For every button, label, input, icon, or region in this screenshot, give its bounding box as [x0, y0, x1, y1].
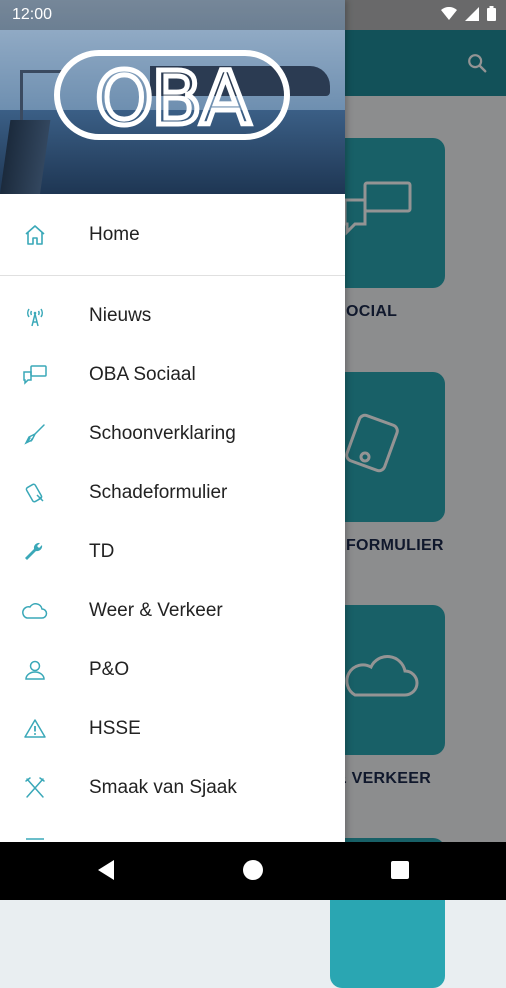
broadcast-tower-icon — [22, 303, 48, 329]
person-icon — [22, 657, 48, 683]
menu-item-smaak-van-sjaak[interactable]: Smaak van Sjaak — [0, 758, 345, 817]
menu-item-oba-sociaal[interactable]: OBA Sociaal — [0, 345, 345, 404]
menu-item-label: Smaak van Sjaak — [89, 776, 237, 798]
menu-item-label: Schoonverklaring — [89, 422, 236, 444]
menu-item-label: Nieuws — [89, 304, 152, 326]
partial-icon — [22, 834, 48, 843]
cutlery-icon — [22, 775, 48, 801]
logo-text: OBA — [95, 56, 251, 142]
menu-item-hsse[interactable]: HSSE — [0, 699, 345, 758]
menu-item-label: Home — [89, 223, 140, 245]
menu-item-td[interactable]: TD — [0, 522, 345, 581]
broom-icon — [22, 421, 48, 447]
menu-item-label: Schadeformulier — [89, 481, 228, 503]
status-time: 12:00 — [12, 6, 53, 23]
damage-icon — [22, 480, 48, 506]
drawer-menu: Home Nieuws OBA Sociaal Schoonverklaring — [0, 194, 345, 842]
menu-item-schoonverklaring[interactable]: Schoonverklaring — [0, 404, 345, 463]
status-bar: 12:00 — [0, 0, 506, 30]
menu-item-label: P&O — [89, 658, 130, 680]
recents-button[interactable] — [391, 861, 409, 879]
menu-item-weer-verkeer[interactable]: Weer & Verkeer — [0, 581, 345, 640]
home-icon — [22, 222, 48, 248]
menu-item-nieuws[interactable]: Nieuws — [0, 286, 345, 345]
menu-item-label: TD — [89, 540, 115, 562]
oba-logo: OBA — [54, 50, 290, 145]
home-button[interactable] — [243, 860, 263, 880]
menu-item-label: OBA Sociaal — [89, 363, 196, 385]
system-nav-bar — [0, 842, 506, 900]
menu-item-home[interactable]: Home — [0, 194, 345, 276]
menu-item-label: Weer & Verkeer — [89, 599, 223, 621]
menu-item-schadeformulier[interactable]: Schadeformulier — [0, 463, 345, 522]
warning-icon — [22, 716, 48, 742]
menu-item-label: HSSE — [89, 717, 141, 739]
cloud-icon — [22, 598, 48, 624]
back-icon[interactable] — [96, 858, 116, 882]
signal-icon — [465, 6, 479, 21]
menu-item-p-en-o[interactable]: P&O — [0, 640, 345, 699]
navigation-drawer: OBA Home Nieuws OBA Sociaal Schoonverkla… — [0, 0, 345, 842]
chat-bubbles-icon — [22, 362, 48, 388]
status-icons — [441, 6, 496, 21]
wrench-icon — [22, 539, 48, 565]
menu-item-partial[interactable] — [0, 817, 345, 842]
battery-icon — [487, 6, 496, 21]
wifi-icon — [441, 6, 457, 20]
